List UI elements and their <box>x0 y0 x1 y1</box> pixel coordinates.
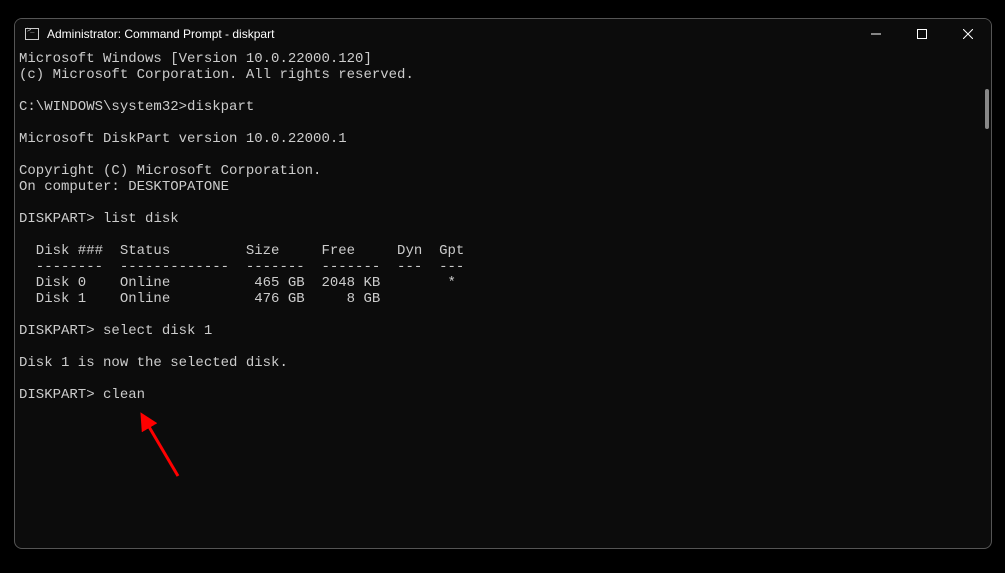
diskpart-prompt: DISKPART> <box>19 387 95 403</box>
cmd-clean: clean <box>103 387 145 403</box>
disk-table-divider: -------- ------------- ------- ------- -… <box>19 259 464 275</box>
prompt-path: C:\WINDOWS\system32> <box>19 99 187 115</box>
scrollbar-thumb[interactable] <box>985 89 989 129</box>
cmd-icon <box>25 28 39 40</box>
terminal-output[interactable]: Microsoft Windows [Version 10.0.22000.12… <box>15 49 991 548</box>
cmd-list-disk: list disk <box>103 211 179 227</box>
disk-table-header: Disk ### Status Size Free Dyn Gpt <box>19 243 464 259</box>
disk-row-1: Disk 1 Online 476 GB 8 GB <box>19 291 380 307</box>
titlebar[interactable]: Administrator: Command Prompt - diskpart <box>15 19 991 49</box>
diskpart-prompt: DISKPART> <box>19 323 95 339</box>
cmd-diskpart: diskpart <box>187 99 254 115</box>
minimize-button[interactable] <box>853 19 899 49</box>
os-version-line: Microsoft Windows [Version 10.0.22000.12… <box>19 51 372 67</box>
diskpart-prompt: DISKPART> <box>19 211 95 227</box>
selected-disk-line: Disk 1 is now the selected disk. <box>19 355 288 371</box>
diskpart-copyright-line: Copyright (C) Microsoft Corporation. <box>19 163 321 179</box>
command-prompt-window: Administrator: Command Prompt - diskpart… <box>14 18 992 549</box>
close-button[interactable] <box>945 19 991 49</box>
diskpart-version-line: Microsoft DiskPart version 10.0.22000.1 <box>19 131 347 147</box>
disk-row-0: Disk 0 Online 465 GB 2048 KB * <box>19 275 456 291</box>
computer-name-line: On computer: DESKTOPATONE <box>19 179 229 195</box>
window-title: Administrator: Command Prompt - diskpart <box>47 27 274 41</box>
copyright-line: (c) Microsoft Corporation. All rights re… <box>19 67 414 83</box>
window-controls <box>853 19 991 49</box>
cmd-select-disk: select disk 1 <box>103 323 212 339</box>
maximize-button[interactable] <box>899 19 945 49</box>
